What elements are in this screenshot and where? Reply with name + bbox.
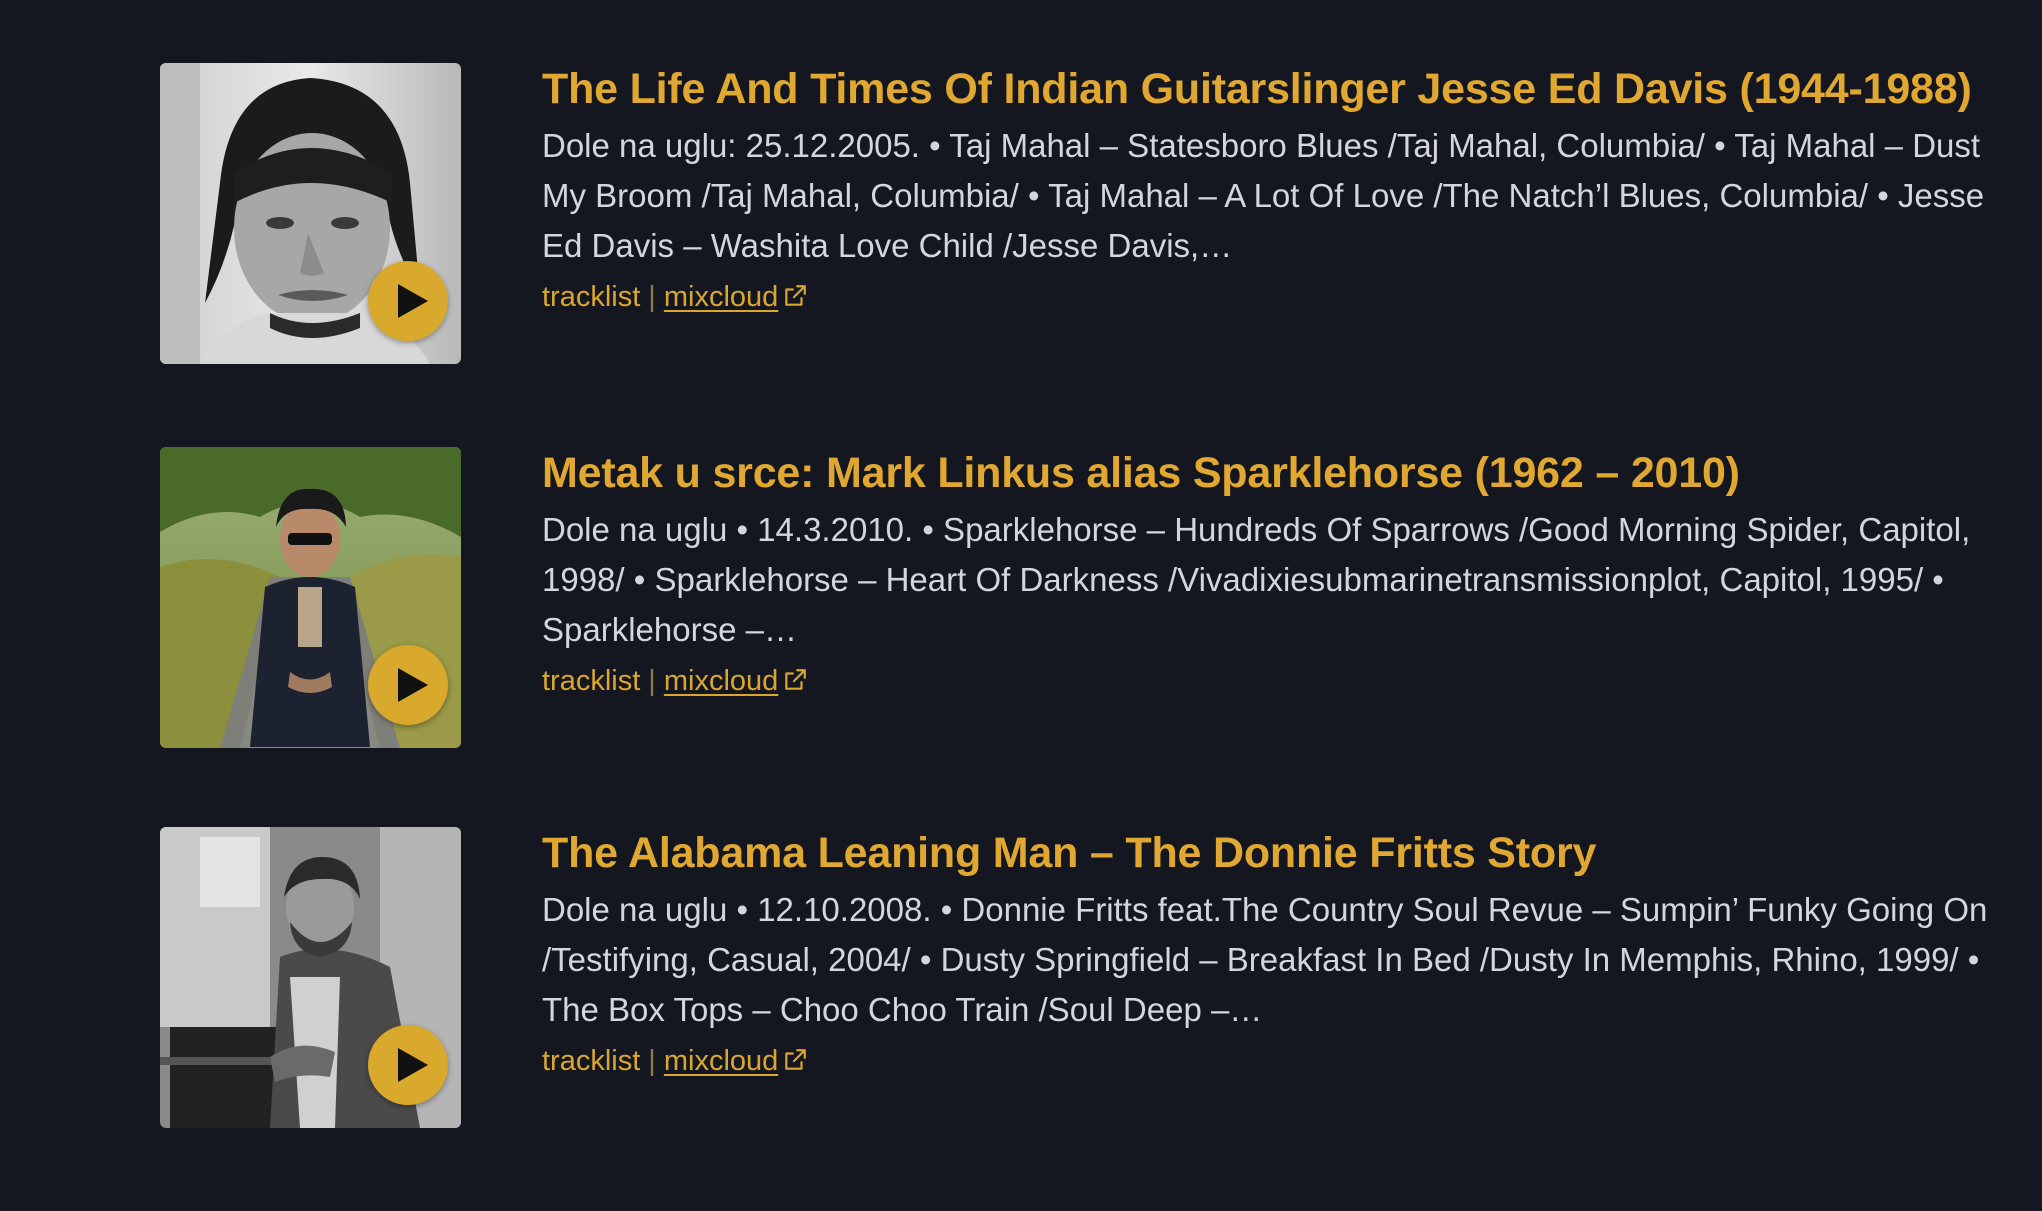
link-separator: | xyxy=(648,1045,656,1077)
link-separator: | xyxy=(648,665,656,697)
mixcloud-link[interactable]: mixcloud xyxy=(664,281,808,313)
external-link-icon xyxy=(785,669,807,690)
episode-card: Metak u srce: Mark Linkus alias Sparkleh… xyxy=(160,447,1970,748)
episode-title[interactable]: The Life And Times Of Indian Guitarsling… xyxy=(542,63,2012,115)
tracklist-link[interactable]: tracklist xyxy=(542,1045,640,1077)
external-link-icon xyxy=(785,285,807,306)
play-button[interactable] xyxy=(368,261,448,341)
tracklist-link[interactable]: tracklist xyxy=(542,281,640,313)
play-button[interactable] xyxy=(368,1025,448,1105)
episode-description: Dole na uglu • 14.3.2010. • Sparklehorse… xyxy=(542,511,1971,648)
episode-thumbnail[interactable] xyxy=(160,63,461,364)
play-icon xyxy=(398,1048,428,1082)
mixcloud-label: mixcloud xyxy=(663,1045,779,1077)
episode-content: The Alabama Leaning Man – The Donnie Fri… xyxy=(542,827,2012,1081)
episode-description: Dole na uglu • 12.10.2008. • Donnie Frit… xyxy=(542,891,1988,1028)
external-link-icon xyxy=(785,1049,807,1070)
episode-card: The Alabama Leaning Man – The Donnie Fri… xyxy=(160,827,1987,1128)
episode-links: tracklist | mixcloud xyxy=(542,661,2012,701)
episode-links: tracklist | mixcloud xyxy=(542,277,2012,317)
episode-links: tracklist | mixcloud xyxy=(542,1041,2012,1081)
mixcloud-link[interactable]: mixcloud xyxy=(664,1045,808,1077)
episode-title[interactable]: Metak u srce: Mark Linkus alias Sparkleh… xyxy=(542,447,2012,499)
tracklist-link[interactable]: tracklist xyxy=(542,665,640,697)
episode-list: The Life And Times Of Indian Guitarsling… xyxy=(160,63,1987,1211)
mixcloud-link[interactable]: mixcloud xyxy=(664,665,808,697)
play-icon xyxy=(398,284,428,318)
play-icon xyxy=(398,668,428,702)
link-separator: | xyxy=(648,281,656,313)
episode-thumbnail[interactable] xyxy=(160,827,461,1128)
play-button[interactable] xyxy=(368,645,448,725)
episode-title[interactable]: The Alabama Leaning Man – The Donnie Fri… xyxy=(542,827,2012,879)
episode-content: Metak u srce: Mark Linkus alias Sparkleh… xyxy=(542,447,2012,701)
episode-card: The Life And Times Of Indian Guitarsling… xyxy=(160,63,1984,364)
mixcloud-label: mixcloud xyxy=(663,665,779,697)
episode-content: The Life And Times Of Indian Guitarsling… xyxy=(542,63,2012,317)
episode-description: Dole na uglu: 25.12.2005. • Taj Mahal – … xyxy=(542,127,1985,264)
mixcloud-label: mixcloud xyxy=(663,281,779,313)
episode-thumbnail[interactable] xyxy=(160,447,461,748)
